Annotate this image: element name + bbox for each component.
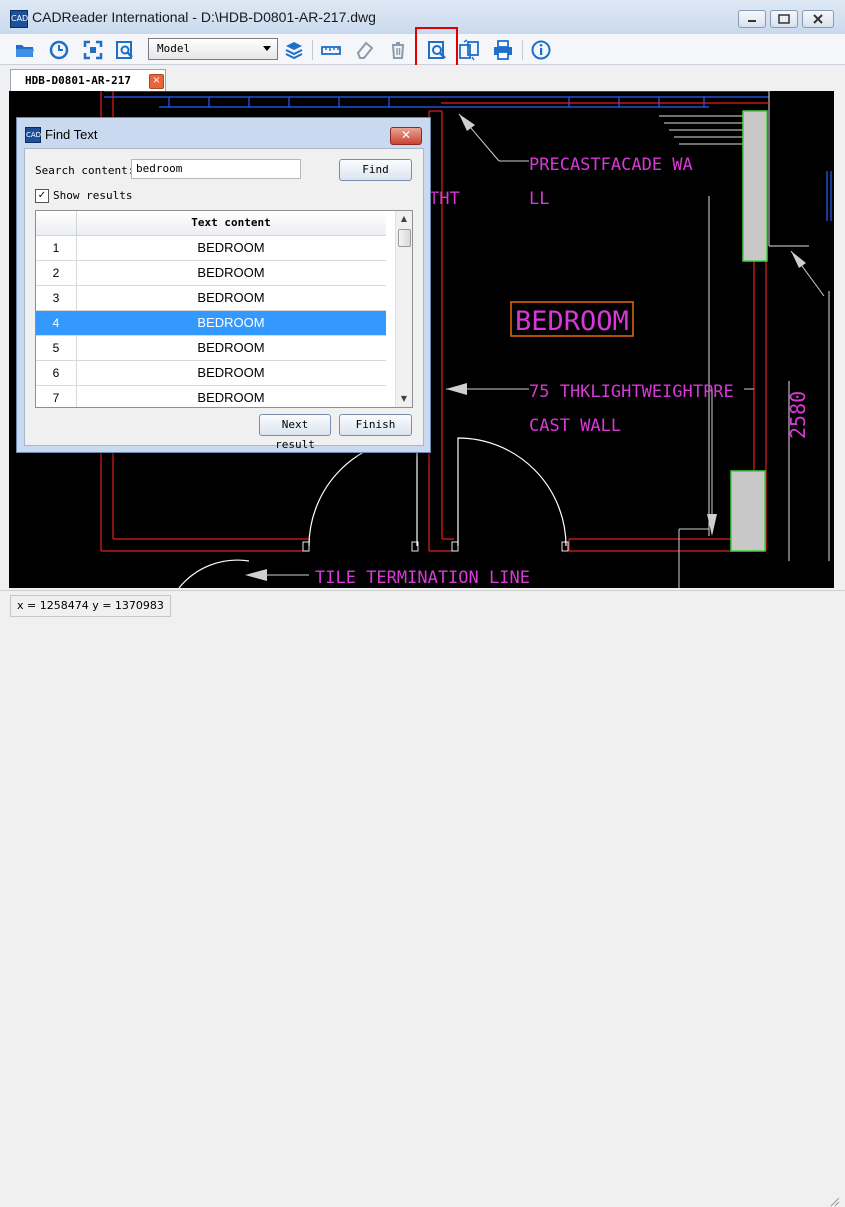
row-number: 2: [36, 261, 77, 285]
maximize-button[interactable]: [770, 10, 798, 28]
label-precast-facade: PRECASTFACADE WA: [529, 155, 693, 175]
info-icon: [531, 40, 551, 60]
row-number: 5: [36, 336, 77, 360]
tab-close-icon[interactable]: ×: [149, 74, 164, 89]
results-header: Text content: [36, 211, 386, 236]
finish-button[interactable]: Finish: [339, 414, 412, 436]
search-label: Search content:: [35, 164, 135, 177]
label-wall-type-2: CAST WALL: [529, 416, 621, 436]
row-text: BEDROOM: [197, 390, 265, 405]
next-result-button[interactable]: Next result: [259, 414, 331, 451]
label-dimension: 2580: [786, 391, 810, 439]
minimize-button[interactable]: [738, 10, 766, 28]
scroll-down-icon[interactable]: ▼: [396, 391, 412, 407]
results-table: Text content 1 BEDROOM 2 BEDROOM 3 BEDROOM …: [35, 210, 413, 408]
zoom-window-button[interactable]: [112, 37, 138, 63]
dialog-app-icon: CAD: [25, 127, 41, 143]
table-row[interactable]: 5 BEDROOM: [36, 336, 386, 361]
row-number: 1: [36, 236, 77, 260]
row-number: 7: [36, 386, 77, 407]
row-text: BEDROOM: [197, 315, 265, 330]
layout-select[interactable]: Model: [148, 38, 278, 60]
maximize-icon: [778, 14, 790, 24]
trash-icon: [392, 42, 404, 59]
status-bar: x = 1258474 y = 1370983: [0, 590, 845, 1207]
export-icon: [459, 39, 479, 61]
find-button[interactable]: Find: [339, 159, 412, 181]
window-title: CADReader International - D:\HDB-D0801-A…: [32, 9, 376, 25]
zoom-window-icon: [116, 41, 133, 59]
app-icon: CAD: [10, 10, 28, 28]
table-row[interactable]: 2 BEDROOM: [36, 261, 386, 286]
label-wall-type: 75 THKLIGHTWEIGHTPRE: [529, 382, 734, 402]
open-folder-icon: [16, 45, 34, 57]
search-input[interactable]: bedroom: [131, 159, 301, 179]
zoom-extents-button[interactable]: [80, 37, 106, 63]
close-icon: [813, 14, 823, 24]
open-button[interactable]: [12, 37, 38, 63]
dialog-title: Find Text: [45, 127, 98, 142]
export-button[interactable]: [456, 37, 482, 63]
dialog-close-button[interactable]: ✕: [390, 127, 422, 145]
eraser-icon: [356, 41, 374, 59]
toolbar-separator: [522, 40, 523, 60]
info-button[interactable]: [528, 37, 554, 63]
results-scrollbar[interactable]: ▲ ▼: [395, 211, 412, 407]
show-results-label: Show results: [53, 189, 133, 202]
row-text: BEDROOM: [197, 290, 265, 305]
row-text: BEDROOM: [197, 340, 265, 355]
table-row[interactable]: 6 BEDROOM: [36, 361, 386, 386]
toolbar-separator: [312, 40, 313, 60]
layout-select-value: Model: [157, 42, 191, 55]
table-row[interactable]: 1 BEDROOM: [36, 236, 386, 261]
label-tile-termination: TILE TERMINATION LINE: [315, 568, 530, 588]
label-precast-facade-2: LL: [529, 189, 549, 209]
show-results-checkbox[interactable]: ✓: [35, 189, 49, 203]
row-number: 3: [36, 286, 77, 310]
history-icon: [49, 40, 69, 60]
table-row[interactable]: 3 BEDROOM: [36, 286, 386, 311]
row-number: 6: [36, 361, 77, 385]
zoom-extents-icon: [83, 40, 103, 60]
tab-document[interactable]: HDB-D0801-AR-217 ×: [10, 69, 166, 91]
measure-icon: [321, 46, 341, 55]
row-text: BEDROOM: [197, 265, 265, 280]
table-row[interactable]: 7 BEDROOM: [36, 386, 386, 407]
scroll-up-icon[interactable]: ▲: [396, 211, 412, 227]
layers-icon: [285, 42, 303, 60]
eraser-button[interactable]: [352, 37, 378, 63]
scrollbar-thumb[interactable]: [398, 229, 411, 247]
history-button[interactable]: [46, 37, 72, 63]
table-row-selected[interactable]: 4 BEDROOM: [36, 311, 386, 336]
column-header-text[interactable]: Text content: [76, 211, 386, 235]
label-bedroom: BEDROOM: [515, 306, 629, 337]
minimize-icon: [748, 20, 756, 22]
find-text-dialog: CAD Find Text ✕ Search content: bedroom …: [16, 117, 431, 453]
document-tab-strip: HDB-D0801-AR-217 ×: [0, 65, 845, 91]
print-button[interactable]: [490, 37, 516, 63]
row-number: 4: [36, 311, 77, 335]
dialog-body: Search content: bedroom Find ✓ Show resu…: [24, 148, 424, 451]
layers-button[interactable]: [281, 37, 307, 63]
find-text-highlight-box: [415, 27, 458, 67]
coordinate-readout: x = 1258474 y = 1370983: [10, 595, 171, 617]
delete-button[interactable]: [385, 37, 411, 63]
row-text: BEDROOM: [197, 365, 265, 380]
print-icon: [494, 40, 512, 60]
label-tht: THT: [429, 189, 460, 209]
resize-grip-icon[interactable]: [828, 1195, 840, 1207]
tab-document-label: HDB-D0801-AR-217: [25, 74, 131, 87]
column-header-number: [36, 211, 77, 235]
close-window-button[interactable]: [802, 10, 834, 28]
measure-button[interactable]: [318, 37, 344, 63]
chevron-down-icon: [263, 46, 271, 51]
row-text: BEDROOM: [197, 240, 265, 255]
